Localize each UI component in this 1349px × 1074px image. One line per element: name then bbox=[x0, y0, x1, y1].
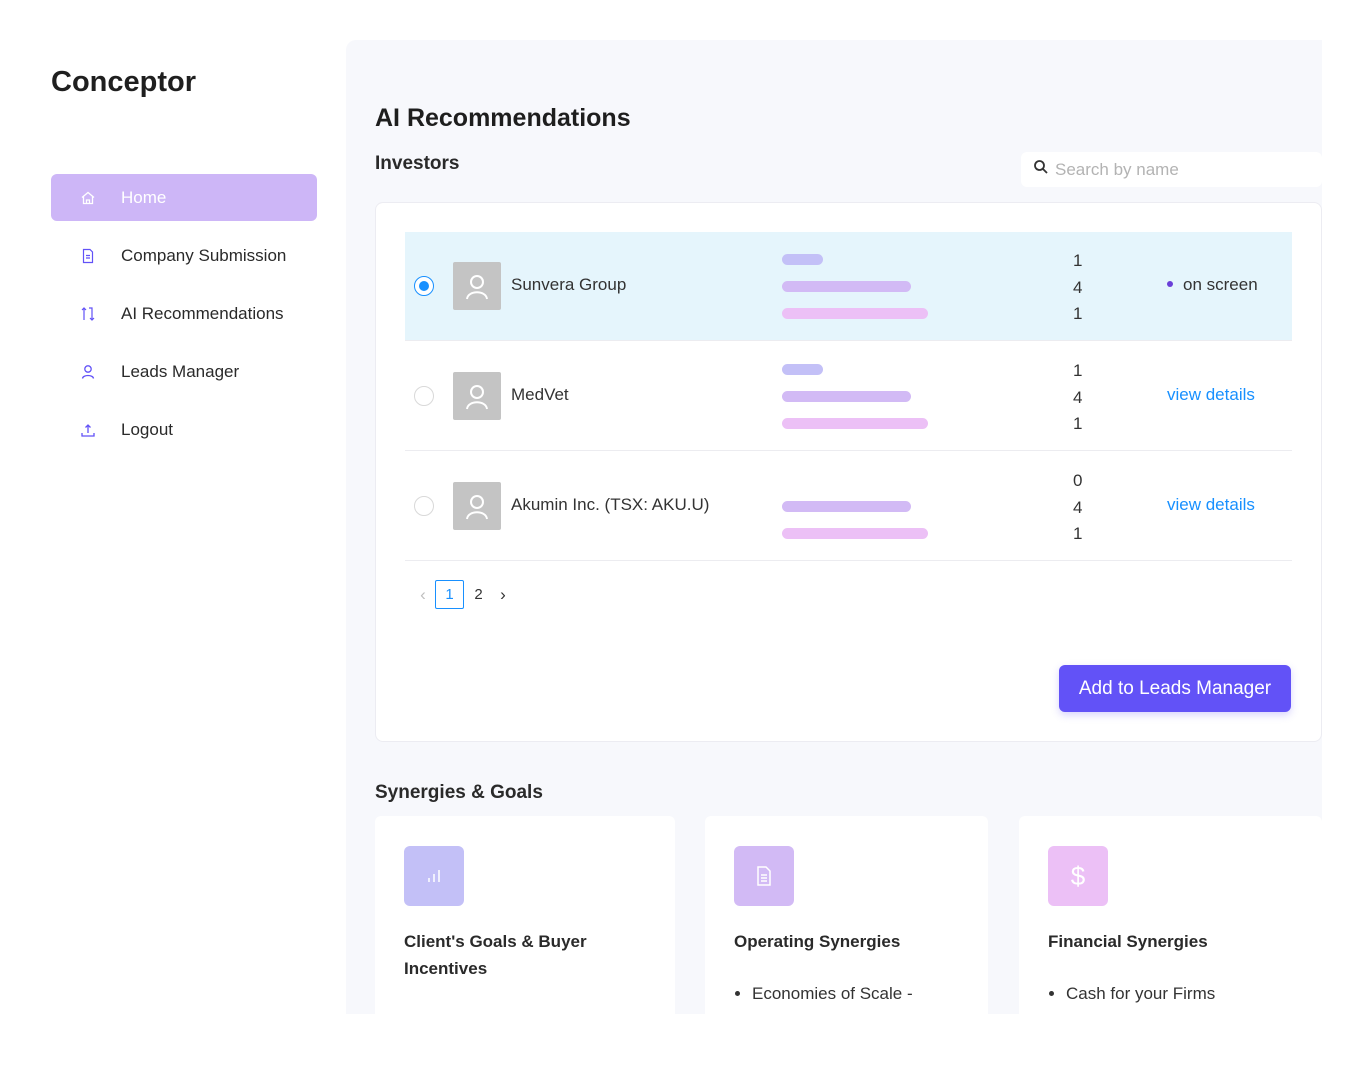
metric-bars bbox=[782, 364, 942, 430]
row-radio[interactable] bbox=[414, 386, 434, 406]
table-row[interactable]: MedVet 1 4 1 view details bbox=[405, 342, 1292, 451]
metric-value: 1 bbox=[1073, 414, 1083, 433]
sidebar-item-label: Home bbox=[121, 187, 167, 207]
metric-bars bbox=[782, 474, 942, 540]
metric-value: 4 bbox=[1073, 387, 1083, 407]
goal-card-title: Client's Goals & Buyer Incentives bbox=[404, 932, 587, 978]
sidebar-item-logout[interactable]: Logout bbox=[51, 406, 317, 453]
bar-chart-icon bbox=[404, 846, 464, 906]
list-item: Economies of Scale - bbox=[752, 984, 913, 1004]
view-details-link[interactable]: view details bbox=[1167, 385, 1255, 405]
metric-bar bbox=[782, 308, 928, 319]
investor-name: Akumin Inc. (TSX: AKU.U) bbox=[511, 495, 710, 514]
investor-name: MedVet bbox=[511, 385, 569, 404]
goal-card: $ Financial Synergies Cash for your Firm… bbox=[1019, 816, 1322, 1014]
user-icon bbox=[466, 495, 488, 520]
investors-heading: Investors bbox=[375, 153, 460, 174]
upload-icon bbox=[79, 421, 97, 439]
metric-value: 1 bbox=[1073, 251, 1083, 270]
status-dot bbox=[1167, 280, 1173, 287]
goal-list: Economies of Scale - bbox=[752, 984, 913, 1004]
dollar-icon: $ bbox=[1048, 846, 1108, 906]
chevron-left-icon[interactable]: ‹ bbox=[413, 585, 433, 605]
user-icon bbox=[79, 363, 97, 381]
add-to-leads-button[interactable]: Add to Leads Manager bbox=[1059, 665, 1291, 712]
investor-name: Sunvera Group bbox=[511, 275, 627, 294]
page-title: AI Recommendations bbox=[375, 104, 631, 132]
dollar-glyph: $ bbox=[1070, 860, 1086, 891]
status-label: on screen bbox=[1183, 275, 1258, 294]
metric-value: 0 bbox=[1073, 471, 1083, 490]
list-item: Cash for your Firms bbox=[1066, 984, 1215, 1004]
goal-card-title: Financial Synergies bbox=[1048, 932, 1208, 951]
metric-bars bbox=[782, 254, 942, 320]
goal-card: Client's Goals & Buyer Incentives bbox=[375, 816, 675, 1014]
chevron-right-icon[interactable]: › bbox=[493, 585, 513, 605]
metric-value: 4 bbox=[1073, 277, 1083, 297]
home-icon bbox=[79, 189, 97, 207]
row-radio[interactable] bbox=[414, 496, 434, 516]
brand-logo: Conceptor bbox=[51, 66, 196, 98]
page-button-1[interactable]: 1 bbox=[435, 580, 464, 609]
metric-values: 0 4 1 bbox=[1073, 468, 1093, 548]
main-content: AI Recommendations Investors Sunvera Gro… bbox=[346, 40, 1322, 1014]
metric-value: 1 bbox=[1073, 524, 1083, 543]
metric-value: 1 bbox=[1073, 361, 1083, 380]
sidebar-item-company-submission[interactable]: Company Submission bbox=[51, 232, 317, 279]
synergies-heading: Synergies & Goals bbox=[375, 782, 543, 803]
sidebar-item-leads-manager[interactable]: Leads Manager bbox=[51, 348, 317, 395]
search-input[interactable] bbox=[1055, 159, 1295, 180]
metric-bar bbox=[782, 528, 928, 539]
sidebar-nav: Home Company Submission AI Recommendatio… bbox=[51, 174, 317, 464]
sidebar-item-home[interactable]: Home bbox=[51, 174, 317, 221]
pagination: ‹ 1 2 › bbox=[413, 580, 513, 609]
document-icon bbox=[734, 846, 794, 906]
metric-bar bbox=[782, 364, 823, 375]
row-radio[interactable] bbox=[414, 276, 434, 296]
metric-value: 1 bbox=[1073, 304, 1083, 323]
investors-card: Sunvera Group 1 4 1 on screen MedVet 1 4… bbox=[375, 202, 1322, 742]
table-row[interactable]: Sunvera Group 1 4 1 on screen bbox=[405, 232, 1292, 341]
metric-values: 1 4 1 bbox=[1073, 358, 1093, 438]
metric-value: 4 bbox=[1073, 497, 1083, 517]
metric-bar bbox=[782, 418, 928, 429]
pull-request-icon bbox=[79, 305, 97, 323]
sidebar-item-ai-recommendations[interactable]: AI Recommendations bbox=[51, 290, 317, 337]
metric-bar bbox=[782, 391, 911, 402]
search-box bbox=[1021, 152, 1322, 187]
metric-bar bbox=[782, 501, 911, 512]
document-icon bbox=[79, 247, 97, 265]
avatar bbox=[453, 482, 501, 530]
user-icon bbox=[466, 275, 488, 300]
search-icon bbox=[1033, 159, 1049, 180]
sidebar-item-label: Company Submission bbox=[121, 245, 287, 265]
goal-list: Cash for your Firms bbox=[1066, 984, 1215, 1004]
sidebar-item-label: Logout bbox=[121, 419, 173, 439]
metric-values: 1 4 1 bbox=[1073, 248, 1093, 328]
goal-card: Operating Synergies Economies of Scale - bbox=[705, 816, 988, 1014]
avatar bbox=[453, 372, 501, 420]
metric-bar bbox=[782, 281, 911, 292]
status-badge: on screen bbox=[1167, 275, 1258, 295]
metric-bar bbox=[782, 254, 823, 265]
user-icon bbox=[466, 385, 488, 410]
avatar bbox=[453, 262, 501, 310]
sidebar-item-label: AI Recommendations bbox=[121, 303, 284, 323]
view-details-link[interactable]: view details bbox=[1167, 495, 1255, 515]
sidebar: Conceptor Home Company Submission AI Rec… bbox=[0, 0, 346, 1074]
sidebar-item-label: Leads Manager bbox=[121, 361, 240, 381]
table-row[interactable]: Akumin Inc. (TSX: AKU.U) 0 4 1 view deta… bbox=[405, 452, 1292, 561]
goal-card-title: Operating Synergies bbox=[734, 932, 901, 951]
page-button-2[interactable]: 2 bbox=[464, 580, 493, 609]
